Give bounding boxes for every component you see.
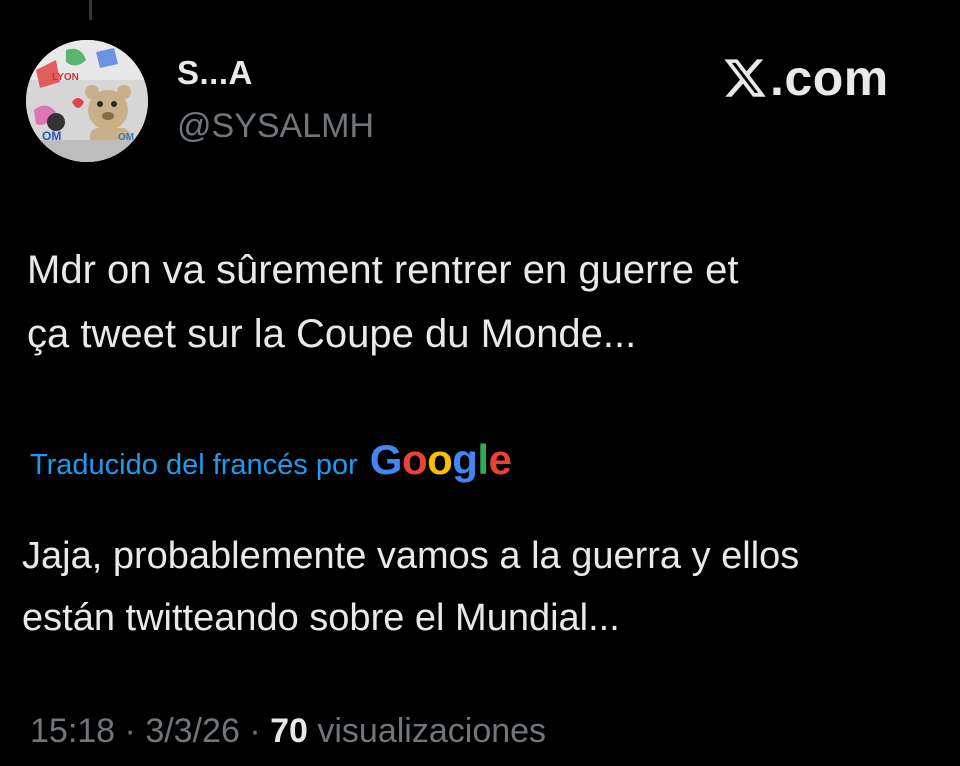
google-logo-letter: o	[401, 436, 428, 483]
brand-domain-text: .com	[770, 50, 889, 106]
views-label[interactable]: visualizaciones	[317, 712, 546, 751]
svg-text:OM: OM	[118, 132, 134, 143]
tweet-meta: 15:18 · 3/3/26 · 70 visualizaciones	[30, 712, 546, 751]
google-logo-letter: e	[488, 436, 512, 483]
tweet-text: Mdr on va sûrement rentrer en guerre et …	[27, 248, 739, 356]
translation-attribution: Traducido del francés por Google	[30, 436, 512, 484]
tweet-time[interactable]: 15:18	[30, 712, 115, 751]
tweet-date[interactable]: 3/3/26	[145, 712, 240, 751]
google-logo-letter: g	[452, 436, 478, 483]
x-logo-icon	[722, 55, 768, 101]
views-count[interactable]: 70	[270, 712, 308, 751]
google-logo-letter: G	[369, 436, 403, 483]
meta-separator: ·	[249, 712, 261, 750]
author-display-name[interactable]: S...A	[177, 54, 253, 92]
avatar[interactable]: OM LYON OM	[26, 40, 148, 162]
svg-text:OM: OM	[42, 129, 61, 143]
translated-from-label[interactable]: Traducido del francés por	[30, 449, 358, 482]
google-logo-letter: l	[477, 436, 489, 483]
meta-separator: ·	[124, 712, 136, 750]
thread-connector-line	[89, 0, 92, 20]
author-handle[interactable]: @SYSALMH	[177, 107, 374, 146]
brand-watermark: .com	[722, 50, 889, 106]
translated-tweet-text: Jaja, probablemente vamos a la guerra y …	[22, 535, 800, 639]
svg-text:LYON: LYON	[52, 72, 79, 83]
google-logo: Google	[370, 436, 512, 484]
google-logo-letter: o	[427, 436, 453, 483]
avatar-image: OM LYON OM	[26, 40, 148, 162]
